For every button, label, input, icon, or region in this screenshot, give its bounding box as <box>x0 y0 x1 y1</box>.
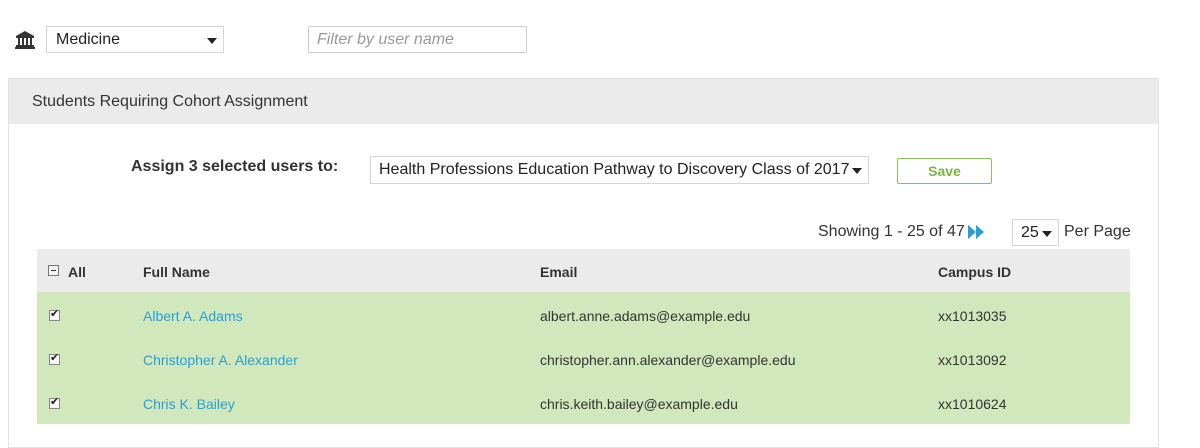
user-name-link[interactable]: Chris K. Bailey <box>143 396 235 412</box>
school-select-value: Medicine <box>56 30 121 48</box>
user-campus-id: xx1010624 <box>938 396 1007 412</box>
user-campus-id: xx1013092 <box>938 352 1007 368</box>
header-all: All <box>68 264 86 280</box>
fast-forward-icon[interactable] <box>968 225 984 239</box>
per-page-value: 25 <box>1021 223 1039 241</box>
header-campus-id[interactable]: Campus ID <box>938 264 1011 280</box>
panel-title: Students Requiring Cohort Assignment <box>9 79 1158 124</box>
filter-user-input[interactable] <box>308 26 527 53</box>
cohort-select[interactable]: Health Professions Education Pathway to … <box>370 156 869 184</box>
check-icon: ✔ <box>50 396 60 408</box>
pagination-summary: Showing 1 - 25 of 47 <box>818 223 965 240</box>
school-select[interactable]: Medicine <box>46 26 224 53</box>
assign-label: Assign 3 selected users to: <box>131 158 339 175</box>
row-checkbox[interactable]: ✔ <box>49 396 60 409</box>
user-campus-id: xx1013035 <box>938 308 1007 324</box>
per-page-select[interactable]: 25 <box>1012 219 1059 246</box>
select-all-checkbox[interactable] <box>48 265 59 276</box>
per-page-label: Per Page <box>1064 223 1131 240</box>
user-name-link[interactable]: Christopher A. Alexander <box>143 352 298 368</box>
check-icon: ✔ <box>50 308 60 320</box>
row-checkbox[interactable]: ✔ <box>49 308 60 321</box>
chevron-down-icon <box>852 168 862 174</box>
user-email: albert.anne.adams@example.edu <box>540 308 751 324</box>
check-icon: ✔ <box>50 352 60 364</box>
user-email: christopher.ann.alexander@example.edu <box>540 352 796 368</box>
header-email[interactable]: Email <box>540 264 577 280</box>
row-checkbox[interactable]: ✔ <box>49 352 60 365</box>
chevron-down-icon <box>1042 231 1052 237</box>
user-name-link[interactable]: Albert A. Adams <box>143 308 243 324</box>
chevron-down-icon <box>207 38 217 44</box>
cohort-select-value: Health Professions Education Pathway to … <box>379 161 850 178</box>
header-full-name[interactable]: Full Name <box>143 264 210 280</box>
save-button[interactable]: Save <box>897 158 992 184</box>
institution-icon <box>15 31 35 49</box>
user-email: chris.keith.bailey@example.edu <box>540 396 738 412</box>
